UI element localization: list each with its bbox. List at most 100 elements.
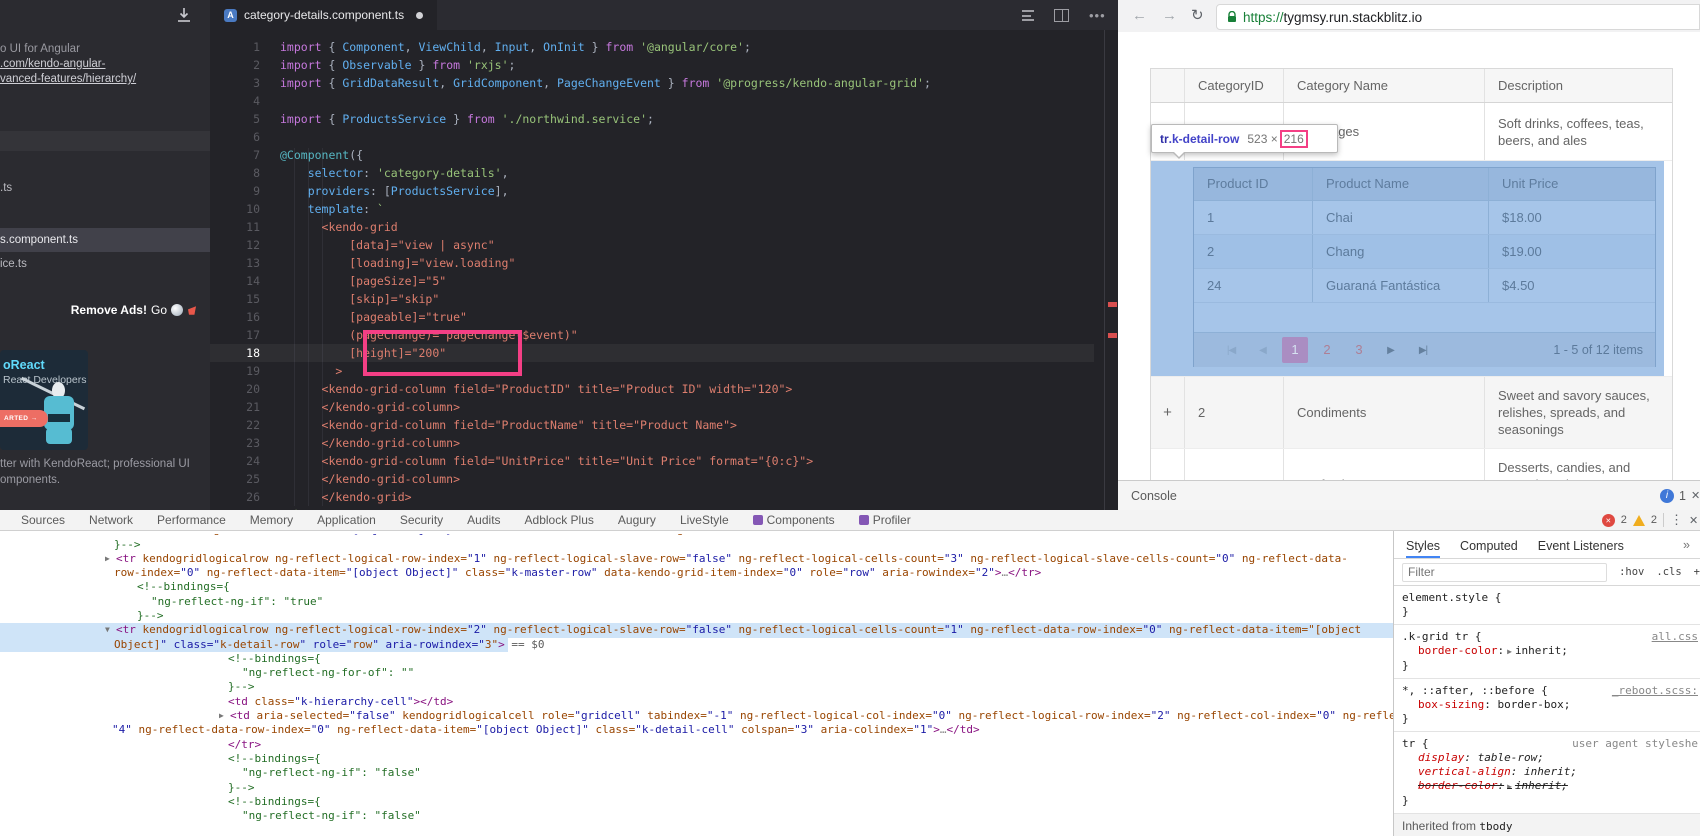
error-badge-icon[interactable] xyxy=(1601,513,1615,527)
more-options-icon[interactable] xyxy=(1089,10,1106,21)
css-rule-reboot[interactable]: _reboot.scss: *, ::after, ::before { box… xyxy=(1394,679,1700,732)
expand-row-icon[interactable]: + xyxy=(1151,377,1184,448)
split-editor-icon[interactable] xyxy=(1054,9,1069,22)
element-tree-row[interactable]: ▶ <tr kendogridlogicalrow ng-reflect-logi… xyxy=(0,552,1393,566)
element-tree-row[interactable]: "ng-reflect-ng-if": "true" xyxy=(0,595,1393,609)
detail-grid-row[interactable]: 24 Guaraná Fantástica $4.50 xyxy=(1194,269,1655,303)
code-line[interactable]: 16 [pageable]="true" xyxy=(210,308,1094,326)
element-tree-row[interactable]: row-index="0" ng-reflect-data-item="[obj… xyxy=(0,566,1393,580)
element-tree-row[interactable]: }--> xyxy=(0,781,1393,795)
code-line[interactable]: 10 template: ` xyxy=(210,200,1094,218)
code-line[interactable]: 19 > xyxy=(210,362,1094,380)
element-tree-row[interactable]: "ng-reflect-ng-if": "false" xyxy=(0,766,1393,780)
devtools-tab-network[interactable]: Network xyxy=(89,513,133,527)
code-line[interactable]: 24 <kendo-grid-column field="UnitPrice" … xyxy=(210,452,1094,470)
new-style-rule-icon[interactable]: + xyxy=(1694,566,1700,578)
css-rule-user-agent-tr[interactable]: user agent styleshe tr { display table-r… xyxy=(1394,732,1700,814)
code-line[interactable]: 9 providers: [ProductsService], xyxy=(210,182,1094,200)
code-line[interactable]: 22 <kendo-grid-column field="ProductName… xyxy=(210,416,1094,434)
toggle-hover-state[interactable]: :hov xyxy=(1619,566,1644,578)
sidebar-link[interactable]: .com/kendo-angular- xyxy=(0,57,136,72)
file-item[interactable]: .ts xyxy=(0,176,210,200)
element-tree-row[interactable]: <td class="k-hierarchy-cell"></td> xyxy=(0,695,1393,709)
download-icon[interactable] xyxy=(176,7,192,23)
element-tree-row[interactable]: }--> xyxy=(0,609,1393,623)
close-icon[interactable] xyxy=(1691,489,1700,502)
forward-icon[interactable] xyxy=(1162,7,1177,25)
code-line[interactable]: 23 </kendo-grid-column> xyxy=(210,434,1094,452)
element-tree-row[interactable]: }--> xyxy=(0,680,1393,694)
element-tree-row[interactable]: </tr> xyxy=(0,738,1393,752)
format-lines-icon[interactable] xyxy=(1022,10,1034,21)
devtools-tab-application[interactable]: Application xyxy=(317,513,376,527)
toggle-class[interactable]: .cls xyxy=(1656,566,1681,578)
devtools-tab-memory[interactable]: Memory xyxy=(250,513,293,527)
styles-filter-input[interactable] xyxy=(1402,562,1608,582)
devtools-tab-components[interactable]: Components xyxy=(752,513,835,527)
element-tree-row[interactable]: <!--bindings={ xyxy=(0,752,1393,766)
sidebar-link[interactable]: vanced-features/hierarchy/ xyxy=(0,72,136,87)
element-tree-row[interactable]: <!--bindings={ xyxy=(0,652,1393,666)
element-tree-row[interactable]: "ng-reflect-ng-for-of": "" xyxy=(0,666,1393,680)
tab-styles[interactable]: Styles xyxy=(1406,532,1440,558)
pager-page-1[interactable]: 1 xyxy=(1282,337,1308,363)
code-line[interactable]: 14 [pageSize]="5" xyxy=(210,272,1094,290)
element-tree-row[interactable]: ▶ <td aria-selected="false" kendogridlogi… xyxy=(0,709,1393,723)
pager-first-icon[interactable] xyxy=(1218,337,1244,363)
element-tree-row[interactable]: }--> xyxy=(0,538,1393,552)
css-rule-element-style[interactable]: element.style { } xyxy=(1394,586,1700,625)
devtools-tab-augury[interactable]: Augury xyxy=(618,513,656,527)
devtools-tab-sources[interactable]: Sources xyxy=(21,513,65,527)
code-line[interactable]: 13 [loading]="view.loading" xyxy=(210,254,1094,272)
element-tree-row[interactable]: Object]" class="k-detail-row" role="row"… xyxy=(0,637,1393,652)
element-tree-row[interactable]: <!--bindings={ xyxy=(0,580,1393,594)
devtools-menu-icon[interactable] xyxy=(1670,512,1683,528)
pager-next-icon[interactable] xyxy=(1378,337,1404,363)
editor-overview-ruler[interactable] xyxy=(1104,30,1105,510)
code-line[interactable]: 7 @Component({ xyxy=(210,146,1094,164)
code-line[interactable]: 1 import { Component, ViewChild, Input, O… xyxy=(210,38,1094,56)
expand-row-icon[interactable]: + xyxy=(1151,449,1184,481)
code-line[interactable]: 6 xyxy=(210,128,1094,146)
reload-icon[interactable] xyxy=(1191,7,1204,25)
preview-console-bar[interactable]: Console i 1 xyxy=(1118,480,1700,510)
warning-badge-icon[interactable] xyxy=(1632,514,1645,526)
editor-tab[interactable]: category-details.component.ts xyxy=(210,0,438,30)
code-line[interactable]: 11 <kendo-grid xyxy=(210,218,1094,236)
code-line[interactable]: 4 xyxy=(210,92,1094,110)
element-tree-row[interactable]: "4" ng-reflect-data-row-index="0" ng-ref… xyxy=(0,723,1393,737)
code-line[interactable]: 21 </kendo-grid-column> xyxy=(210,398,1094,416)
ad-get-started-button[interactable]: ARTED → xyxy=(0,410,48,427)
pager-page-3[interactable]: 3 xyxy=(1346,337,1372,363)
kendoreact-ad[interactable]: oReact React Developers ARTED → xyxy=(0,350,88,450)
back-icon[interactable] xyxy=(1132,7,1147,25)
element-tree-row[interactable]: <!--bindings={ xyxy=(0,795,1393,809)
stylesheet-link[interactable]: _reboot.scss: xyxy=(1612,684,1698,698)
grid-row-condiments[interactable]: + 2 Condiments Sweet and savory sauces, … xyxy=(1151,377,1672,449)
pager-page-2[interactable]: 2 xyxy=(1314,337,1340,363)
code-line[interactable]: 20 <kendo-grid-column field="ProductID" … xyxy=(210,380,1094,398)
grid-row-confections[interactable]: + 3 Confections Desserts, candies, and s… xyxy=(1151,449,1672,481)
code-line[interactable]: 2 import { Observable } from 'rxjs'; xyxy=(210,56,1094,74)
code-line[interactable]: 15 [skip]="skip" xyxy=(210,290,1094,308)
remove-ads-banner[interactable]: Remove Ads! Go xyxy=(71,303,198,317)
detail-grid-row[interactable]: 1 Chai $18.00 xyxy=(1194,201,1655,235)
tab-computed[interactable]: Computed xyxy=(1460,532,1518,558)
devtools-tab-adblock-plus[interactable]: Adblock Plus xyxy=(525,513,594,527)
pager-prev-icon[interactable] xyxy=(1250,337,1276,363)
tab-overflow-icon[interactable]: » xyxy=(1683,538,1700,552)
code-line[interactable]: 25 </kendo-grid-column> xyxy=(210,470,1094,488)
code-line[interactable]: 3 import { GridDataResult, GridComponent,… xyxy=(210,74,1094,92)
code-line[interactable]: 18 [height]="200" xyxy=(210,344,1094,362)
css-rule-k-grid-tr[interactable]: all.css .k-grid tr { border-color▶inheri… xyxy=(1394,625,1700,679)
devtools-tab-livestyle[interactable]: LiveStyle xyxy=(680,513,729,527)
code-line[interactable]: 12 [data]="view | async" xyxy=(210,236,1094,254)
code-line[interactable]: 5 import { ProductsService } from './nort… xyxy=(210,110,1094,128)
element-tree-row[interactable]: "ng-reflect-ng-if": "false" xyxy=(0,809,1393,823)
file-item-selected[interactable]: s.component.ts xyxy=(0,228,210,252)
code-line[interactable]: 8 selector: 'category-details', xyxy=(210,164,1094,182)
url-bar[interactable]: https://tygmsy.run.stackblitz.io xyxy=(1216,4,1700,30)
code-line[interactable]: 17 (pageChange)="pageChange($event)" xyxy=(210,326,1094,344)
code-area[interactable]: 1 import { Component, ViewChild, Input, O… xyxy=(210,38,1094,510)
pager-last-icon[interactable] xyxy=(1410,337,1436,363)
